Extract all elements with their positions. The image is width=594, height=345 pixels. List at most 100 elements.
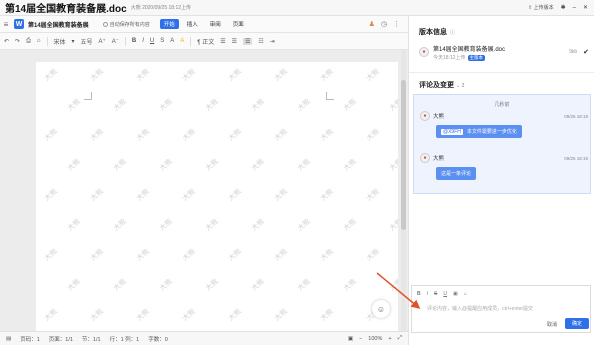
font-color-icon[interactable]: A — [170, 38, 174, 44]
comments-header[interactable]: 评论及变更 ⌄ 3 — [419, 80, 464, 90]
list-icon[interactable]: ☷ — [258, 38, 263, 45]
underline-button[interactable]: U — [150, 38, 154, 44]
shrink-font-icon[interactable]: A⁻ — [112, 38, 119, 45]
watermark-text: 大熊 — [158, 158, 174, 173]
pin-icon[interactable]: ✱ — [561, 4, 566, 11]
mention-tag[interactable]: @X9FH — [441, 128, 463, 135]
page-indicator: 页面：1/1 — [48, 336, 73, 343]
watermark-text: 大熊 — [204, 98, 220, 113]
grow-font-icon[interactable]: A⁺ — [99, 38, 106, 45]
char-count: 字数：0 — [148, 336, 168, 343]
watermark-text: 大熊 — [112, 218, 128, 233]
view-icon[interactable]: ▣ — [348, 336, 353, 342]
document-page[interactable]: 大熊 大熊 大熊 大熊 大熊 大熊 大熊 大熊 大熊 大熊 大熊 大熊 大熊 大熊 大熊 大熊 大熊 大熊 大熊 大熊… — [36, 62, 398, 334]
tab-review[interactable]: 审阅 — [206, 19, 225, 29]
submit-button[interactable]: 确定 — [565, 318, 589, 329]
comment-input[interactable]: 评论内容，输入@提醒应用成员，ctrl+enter提交 — [427, 305, 533, 312]
watermark-text: 大熊 — [273, 248, 289, 263]
underline-icon[interactable]: U — [443, 291, 447, 297]
watermark-text: 大熊 — [158, 218, 174, 233]
watermark-text: 大熊 — [365, 188, 381, 203]
italic-icon[interactable]: I — [427, 291, 428, 297]
assistant-icon[interactable]: ☺ — [372, 300, 390, 318]
zoom-out-button[interactable]: − — [359, 336, 362, 342]
watermark-text: 大熊 — [342, 218, 358, 233]
comment-text: 本文件需要进一步优化 — [466, 129, 517, 135]
outline-icon[interactable]: ▤ — [6, 336, 11, 342]
comment-text: 这是一条评论 — [441, 171, 472, 177]
autosave-toggle[interactable]: 自动保存所有内容 — [102, 21, 150, 28]
watermark-text: 大熊 — [43, 188, 59, 203]
italic-button[interactable]: I — [142, 38, 144, 44]
format-painter-icon[interactable]: ⌂ — [37, 38, 41, 44]
font-size-select[interactable]: 五号 — [81, 37, 93, 46]
version-item[interactable]: ● 第14届全国教育装备展.doc 今天18:12上传 主版本 9kb ✔ — [419, 42, 589, 62]
comment-editor[interactable]: B I S U ▣ ⌂ 评论内容，输入@提醒应用成员，ctrl+enter提交 … — [411, 285, 591, 333]
watermark-text: 大熊 — [319, 248, 335, 263]
watermark-text: 大熊 — [43, 68, 59, 83]
tab-home[interactable]: 开始 — [159, 19, 179, 29]
watermark-text: 大熊 — [112, 278, 128, 293]
indent-icon[interactable]: ⇥ — [270, 38, 275, 45]
watermark-text: 大熊 — [66, 98, 82, 113]
print-icon[interactable]: ⎙ — [26, 38, 31, 45]
fit-icon[interactable]: ⤢ — [398, 335, 402, 342]
image-icon[interactable]: ▣ — [453, 291, 458, 297]
strike-button[interactable]: S — [160, 38, 164, 44]
font-select[interactable]: 宋体 — [54, 37, 66, 46]
comment-author: 大熊 — [433, 156, 445, 162]
info-icon: ⓘ — [450, 30, 456, 36]
more-icon[interactable]: ⋮ — [393, 20, 400, 28]
file-name: 第14届全国教育装备展 — [28, 22, 89, 29]
watermark-text: 大熊 — [319, 308, 335, 323]
zoom-in-button[interactable]: + — [388, 336, 391, 342]
tab-insert[interactable]: 插入 — [183, 19, 202, 29]
undo-icon[interactable]: ↶ — [4, 38, 9, 45]
main-version-badge: 主版本 — [467, 54, 486, 61]
strike-icon[interactable]: S — [434, 291, 437, 297]
close-icon[interactable]: ✕ — [583, 4, 588, 11]
document-canvas: 大熊 大熊 大熊 大熊 大熊 大熊 大熊 大熊 大熊 大熊 大熊 大熊 大熊 大熊 大熊 大熊 大熊 大熊 大熊 大熊… — [0, 50, 408, 334]
menu-icon[interactable]: ≡ — [0, 20, 12, 29]
upload-version-button[interactable]: ⇪ 上传版本 — [528, 4, 554, 11]
align-justify-icon[interactable]: ☰ — [242, 37, 253, 45]
watermark-text: 大熊 — [273, 128, 289, 143]
watermark-text: 大熊 — [135, 128, 151, 143]
watermark-text: 大熊 — [89, 128, 105, 143]
watermark-text: 大熊 — [388, 158, 398, 173]
watermark-text: 大熊 — [319, 188, 335, 203]
watermark-text: 大熊 — [135, 248, 151, 263]
chevron-down-icon[interactable]: ▾ — [72, 38, 75, 45]
watermark-text: 大熊 — [181, 128, 197, 143]
watermark-text: 大熊 — [227, 68, 243, 83]
align-left-icon[interactable]: ☰ — [220, 38, 225, 45]
comment-time: 09/25 18:19 — [564, 113, 588, 119]
highlight-icon[interactable]: A — [180, 38, 184, 44]
vertical-scrollbar[interactable] — [401, 50, 406, 331]
paragraph-style-select[interactable]: ¶ 正文 — [197, 37, 214, 46]
user-icon[interactable]: ♟ — [369, 20, 375, 28]
word-logo-icon: W — [14, 19, 24, 29]
watermark-text: 大熊 — [227, 188, 243, 203]
tab-page[interactable]: 页面 — [229, 19, 248, 29]
comment-bubble[interactable]: 这是一条评论 — [436, 167, 477, 180]
attachment-icon[interactable]: ⌂ — [464, 291, 467, 297]
watermark-text: 大熊 — [181, 308, 197, 323]
comment-time: 09/25 18:19 — [564, 155, 588, 161]
comment-item[interactable]: ● 大熊 09/25 18:19 这是一条评论 — [420, 153, 588, 180]
align-center-icon[interactable]: ☰ — [232, 38, 237, 45]
watermark-text: 大熊 — [296, 98, 312, 113]
avatar: ● — [420, 153, 430, 163]
comment-item[interactable]: ● 大熊 09/25 18:19 @X9FH 本文件需要进一步优化 — [420, 111, 588, 138]
comment-bubble[interactable]: @X9FH 本文件需要进一步优化 — [436, 125, 522, 138]
bold-icon[interactable]: B — [417, 291, 421, 297]
cancel-button[interactable]: 取消 — [547, 321, 557, 328]
bold-button[interactable]: B — [132, 38, 136, 44]
zoom-level[interactable]: 100% — [368, 336, 382, 342]
minimize-icon[interactable]: – — [573, 5, 576, 11]
watermark-text: 大熊 — [342, 158, 358, 173]
redo-icon[interactable]: ↷ — [15, 38, 20, 45]
watermark-text: 大熊 — [135, 68, 151, 83]
watermark-text: 大熊 — [365, 248, 381, 263]
history-icon[interactable]: ◷ — [381, 20, 387, 28]
